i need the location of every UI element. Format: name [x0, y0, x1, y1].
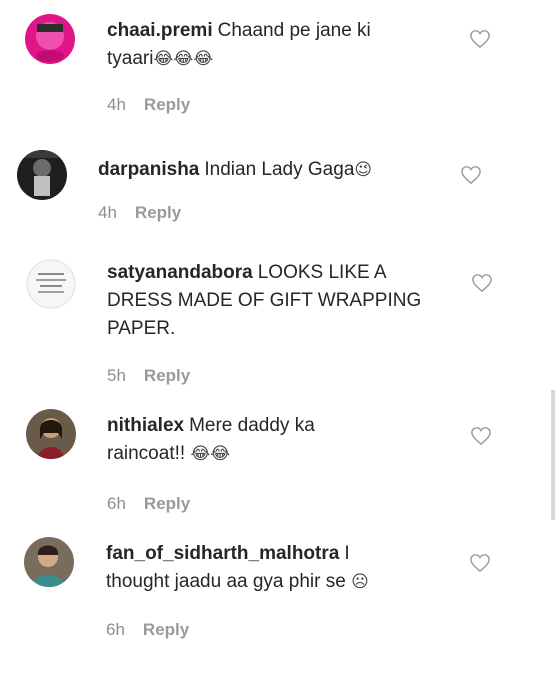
- comment-timestamp: 4h: [107, 95, 126, 114]
- comment-item: chaai.premi Chaand pe jane ki tyaari😂😂😂 4…: [0, 0, 555, 130]
- reply-button[interactable]: Reply: [144, 366, 190, 386]
- scrollbar[interactable]: [551, 390, 555, 520]
- comment-timestamp: 6h: [107, 494, 126, 513]
- heart-outline-icon[interactable]: [469, 29, 491, 49]
- comment-meta: 6h Reply: [107, 494, 190, 514]
- comment-item: darpanisha Indian Lady Gaga😉 4h Reply: [0, 130, 555, 235]
- comment-item: satyanandabora LOOKS LIKE A DRESS MADE OF…: [0, 235, 555, 395]
- avatar-image: [17, 150, 67, 200]
- heart-outline-icon[interactable]: [471, 273, 493, 293]
- avatar[interactable]: [17, 150, 67, 200]
- avatar-image: [26, 409, 76, 459]
- heart-outline-icon[interactable]: [469, 553, 491, 573]
- comment-meta: 4h Reply: [98, 203, 181, 223]
- avatar-image: [25, 14, 75, 64]
- avatar[interactable]: [24, 537, 74, 587]
- avatar-image: [24, 537, 74, 587]
- comment-meta: 5h Reply: [107, 366, 190, 386]
- reply-button[interactable]: Reply: [144, 95, 190, 115]
- comment-text: fan_of_sidharth_malhotra I thought jaadu …: [106, 540, 406, 596]
- comment-username[interactable]: chaai.premi: [107, 20, 213, 41]
- comment-meta: 4h Reply: [107, 95, 190, 115]
- avatar[interactable]: [25, 14, 75, 64]
- comment-item: fan_of_sidharth_malhotra I thought jaadu …: [0, 523, 555, 677]
- reply-button[interactable]: Reply: [143, 620, 189, 640]
- avatar[interactable]: [26, 409, 76, 459]
- comment-username[interactable]: satyanandabora: [107, 262, 253, 283]
- comment-text: nithialex Mere daddy ka raincoat!! 😂😂: [107, 412, 387, 468]
- comment-username[interactable]: fan_of_sidharth_malhotra: [106, 543, 339, 564]
- emoji-laugh-icon: 😂😂: [190, 444, 231, 464]
- comment-item: nithialex Mere daddy ka raincoat!! 😂😂 6h …: [0, 395, 555, 523]
- comment-username[interactable]: nithialex: [107, 415, 184, 436]
- emoji-wink-icon: 😉: [354, 160, 373, 180]
- avatar-image: [26, 259, 76, 309]
- comment-username[interactable]: darpanisha: [98, 159, 199, 180]
- comment-timestamp: 6h: [106, 620, 125, 639]
- comment-text: satyanandabora LOOKS LIKE A DRESS MADE OF…: [107, 259, 452, 343]
- avatar[interactable]: [26, 259, 76, 309]
- heart-outline-icon[interactable]: [470, 426, 492, 446]
- reply-button[interactable]: Reply: [144, 494, 190, 514]
- comment-timestamp: 5h: [107, 366, 126, 385]
- comment-text: darpanisha Indian Lady Gaga😉: [98, 156, 438, 184]
- comment-timestamp: 4h: [98, 203, 117, 222]
- emoji-laugh-icon: 😂😂😂: [153, 49, 214, 69]
- comment-message: Indian Lady Gaga: [204, 159, 355, 180]
- heart-outline-icon[interactable]: [460, 165, 482, 185]
- emoji-sad-icon: ☹: [351, 572, 369, 592]
- comment-meta: 6h Reply: [106, 620, 189, 640]
- reply-button[interactable]: Reply: [135, 203, 181, 223]
- comment-text: chaai.premi Chaand pe jane ki tyaari😂😂😂: [107, 17, 407, 73]
